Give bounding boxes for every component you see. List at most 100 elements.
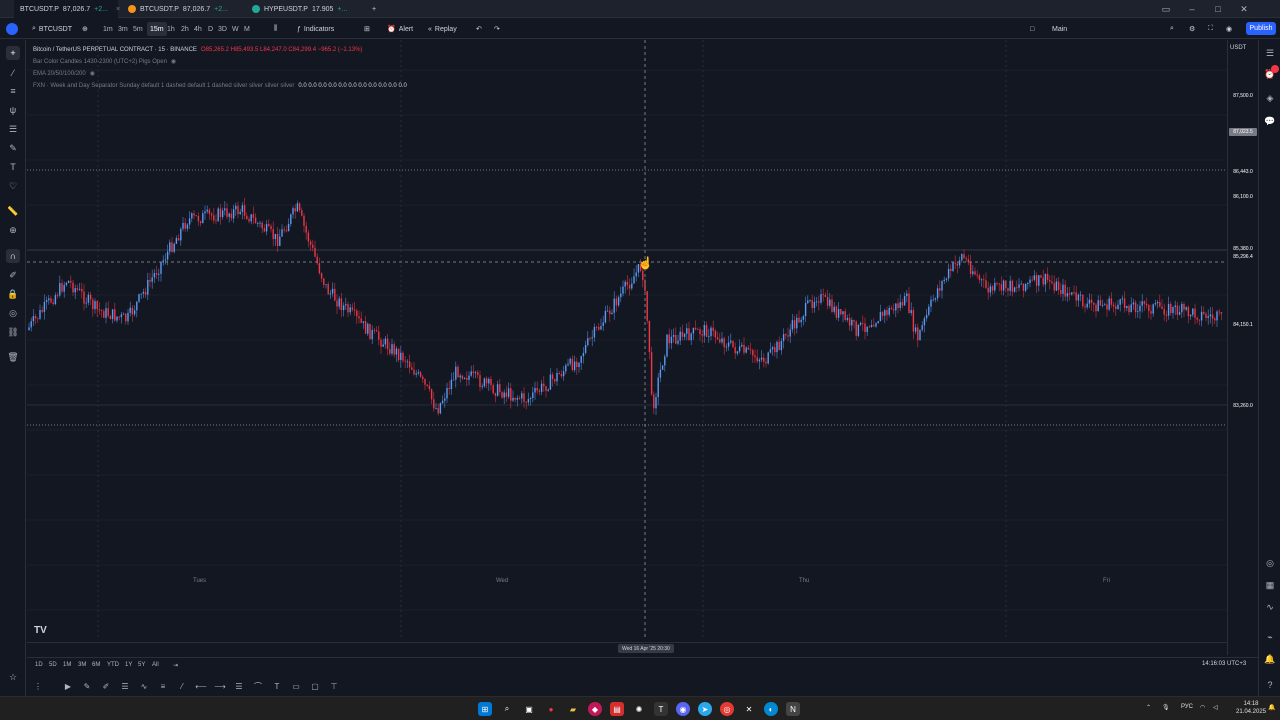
range-1m[interactable]: 1M xyxy=(63,662,71,668)
rectangle-icon[interactable]: ▭ xyxy=(290,680,302,692)
tf-1h[interactable]: 1h xyxy=(167,22,175,36)
notion-icon[interactable]: N xyxy=(786,702,800,716)
app-icon[interactable]: ◆ xyxy=(588,702,602,716)
wifi-icon[interactable]: ◠ xyxy=(1200,704,1205,711)
crosshair-icon[interactable]: + xyxy=(6,46,20,60)
search-icon[interactable]: ⌕ xyxy=(1170,22,1174,36)
discord-icon[interactable]: ◉ xyxy=(676,702,690,716)
symbol-search[interactable]: ⌕ BTCUSDT xyxy=(32,22,72,36)
telegram-icon[interactable]: ➤ xyxy=(698,702,712,716)
chat-icon[interactable]: 💬 xyxy=(1263,114,1277,128)
x-icon[interactable]: ✕ xyxy=(742,702,756,716)
horizontal-ray-icon[interactable]: ⟶ xyxy=(214,680,226,692)
range-3m[interactable]: 3M xyxy=(78,662,86,668)
tf-5m[interactable]: 5m xyxy=(133,22,143,36)
range-5y[interactable]: 5Y xyxy=(138,662,145,668)
symbol-title[interactable]: Bitcoin / TetherUS PERPETUAL CONTRACT · … xyxy=(33,44,197,56)
text-icon[interactable]: T xyxy=(271,680,283,692)
tf-3d[interactable]: 3D xyxy=(218,22,227,36)
minimize-icon[interactable]: – xyxy=(1180,0,1204,18)
tab-btcusdt-1[interactable]: BTCUSDT.P 87,026.7 +2... × xyxy=(14,0,120,18)
tf-1m[interactable]: 1m xyxy=(103,22,113,36)
ray-icon[interactable]: ⟵ xyxy=(195,680,207,692)
pdf-icon[interactable]: ▤ xyxy=(610,702,624,716)
close-window-icon[interactable]: ✕ xyxy=(1232,0,1256,18)
heart-icon[interactable]: ♡ xyxy=(6,179,20,193)
gear-icon[interactable]: ⚙ xyxy=(1189,22,1195,36)
help-icon[interactable]: ? xyxy=(1263,678,1277,692)
chevron-up-icon[interactable]: ⌃ xyxy=(1146,704,1151,711)
volume-icon[interactable]: ◁ xyxy=(1213,704,1218,711)
eye-icon[interactable]: ◎ xyxy=(6,306,20,320)
fib-icon[interactable]: ☰ xyxy=(6,122,20,136)
tf-15m[interactable]: 15m xyxy=(147,22,167,36)
tf-4h[interactable]: 4h xyxy=(194,22,202,36)
wave-icon[interactable]: ∿ xyxy=(138,680,150,692)
redo-icon[interactable]: ↷ xyxy=(494,22,500,36)
magnet-icon[interactable]: ∩ xyxy=(6,249,20,263)
pulse-icon[interactable]: ⌁ xyxy=(1263,630,1277,644)
range-6m[interactable]: 6M xyxy=(92,662,100,668)
measure-icon[interactable]: ⊤ xyxy=(328,680,340,692)
keyboard-lang[interactable]: РУС xyxy=(1181,704,1193,710)
text-icon[interactable]: T xyxy=(6,160,20,174)
record-icon[interactable]: ● xyxy=(544,702,558,716)
new-tab-button[interactable]: + xyxy=(366,0,380,18)
indicators-button[interactable]: ƒ Indicators xyxy=(297,22,334,36)
range-5d[interactable]: 5D xyxy=(49,662,57,668)
layout-name[interactable]: Main xyxy=(1052,22,1067,36)
tf-2h[interactable]: 2h xyxy=(181,22,189,36)
notifications-icon[interactable]: 🔔 xyxy=(1268,704,1275,711)
mic-icon[interactable]: 🎙 xyxy=(1162,704,1170,711)
play-icon[interactable]: ▶ xyxy=(62,680,74,692)
layout-icon[interactable]: □ xyxy=(1030,22,1034,36)
horizontal-lines-icon[interactable]: ≡ xyxy=(6,84,20,98)
price-chart[interactable] xyxy=(27,40,1227,655)
tf-m[interactable]: M xyxy=(244,22,250,36)
watchlist-icon[interactable]: ☰ xyxy=(1263,46,1277,60)
currency-label[interactable]: USDT xyxy=(1230,45,1246,51)
close-icon[interactable]: × xyxy=(116,6,120,13)
drag-handle-icon[interactable]: ⋮ xyxy=(32,680,44,692)
range-1y[interactable]: 1Y xyxy=(125,662,132,668)
edge-icon[interactable]: ◐ xyxy=(764,702,778,716)
price-scale[interactable]: 87,500.0 87,023.5 86,443.0 86,100.0 85,3… xyxy=(1227,40,1258,655)
task-view-icon[interactable]: ▣ xyxy=(522,702,536,716)
folder-icon[interactable]: ▰ xyxy=(566,702,580,716)
templates-icon[interactable]: ⊞ xyxy=(364,22,370,36)
tab-hypeusdt[interactable]: HYPEUSDT.P 17.905 +... xyxy=(246,0,364,18)
link-icon[interactable]: ⛓ xyxy=(6,325,20,339)
curve-icon[interactable]: ⌒ xyxy=(252,680,264,692)
avatar[interactable] xyxy=(6,22,18,36)
brush-icon[interactable]: ✎ xyxy=(81,680,93,692)
windows-start-icon[interactable]: ⊞ xyxy=(478,702,492,716)
chart-clock[interactable]: 14:16:03 UTC+3 xyxy=(1202,661,1246,667)
pitchfork-icon[interactable]: ψ xyxy=(6,103,20,117)
parallel-channel-icon[interactable]: ≡ xyxy=(157,680,169,692)
trendline-icon[interactable]: ⁄ xyxy=(6,66,20,80)
lock-icon[interactable]: 🔒 xyxy=(6,287,20,301)
chart-line-icon[interactable]: ∿ xyxy=(1263,600,1277,614)
tf-3m[interactable]: 3m xyxy=(118,22,128,36)
callout-icon[interactable]: ▢ xyxy=(309,680,321,692)
favorites-icon[interactable]: ☆ xyxy=(6,670,20,684)
target-icon[interactable]: ◎ xyxy=(1263,556,1277,570)
chrome-icon[interactable]: ◎ xyxy=(720,702,734,716)
tab-btcusdt-2[interactable]: BTCUSDT.P 87,026.7 +2... xyxy=(122,0,240,18)
trendline-icon[interactable]: ⁄ xyxy=(176,680,188,692)
range-1d[interactable]: 1D xyxy=(35,662,43,668)
system-clock[interactable]: 14:18 21.04.2025 xyxy=(1236,700,1266,716)
zoom-icon[interactable]: ⊕ xyxy=(6,223,20,237)
trash-icon[interactable]: 🗑 xyxy=(6,350,20,364)
tf-d[interactable]: D xyxy=(208,22,213,36)
indicator-separator[interactable]: FXN · Week and Day Separator Sunday defa… xyxy=(33,80,294,92)
chart-type-icon[interactable]: ⫼ xyxy=(274,22,277,36)
fullscreen-icon[interactable]: ⛶ xyxy=(1208,22,1213,36)
stay-drawing-icon[interactable]: ✐ xyxy=(6,268,20,282)
app-logo-icon[interactable] xyxy=(2,0,14,18)
fib-icon[interactable]: ☰ xyxy=(119,680,131,692)
indicator-ema[interactable]: EMA 20/50/100/200 xyxy=(33,68,86,80)
highlighter-icon[interactable]: ✐ xyxy=(100,680,112,692)
brush-icon[interactable]: ✎ xyxy=(6,141,20,155)
ruler-icon[interactable]: 📏 xyxy=(6,204,20,218)
